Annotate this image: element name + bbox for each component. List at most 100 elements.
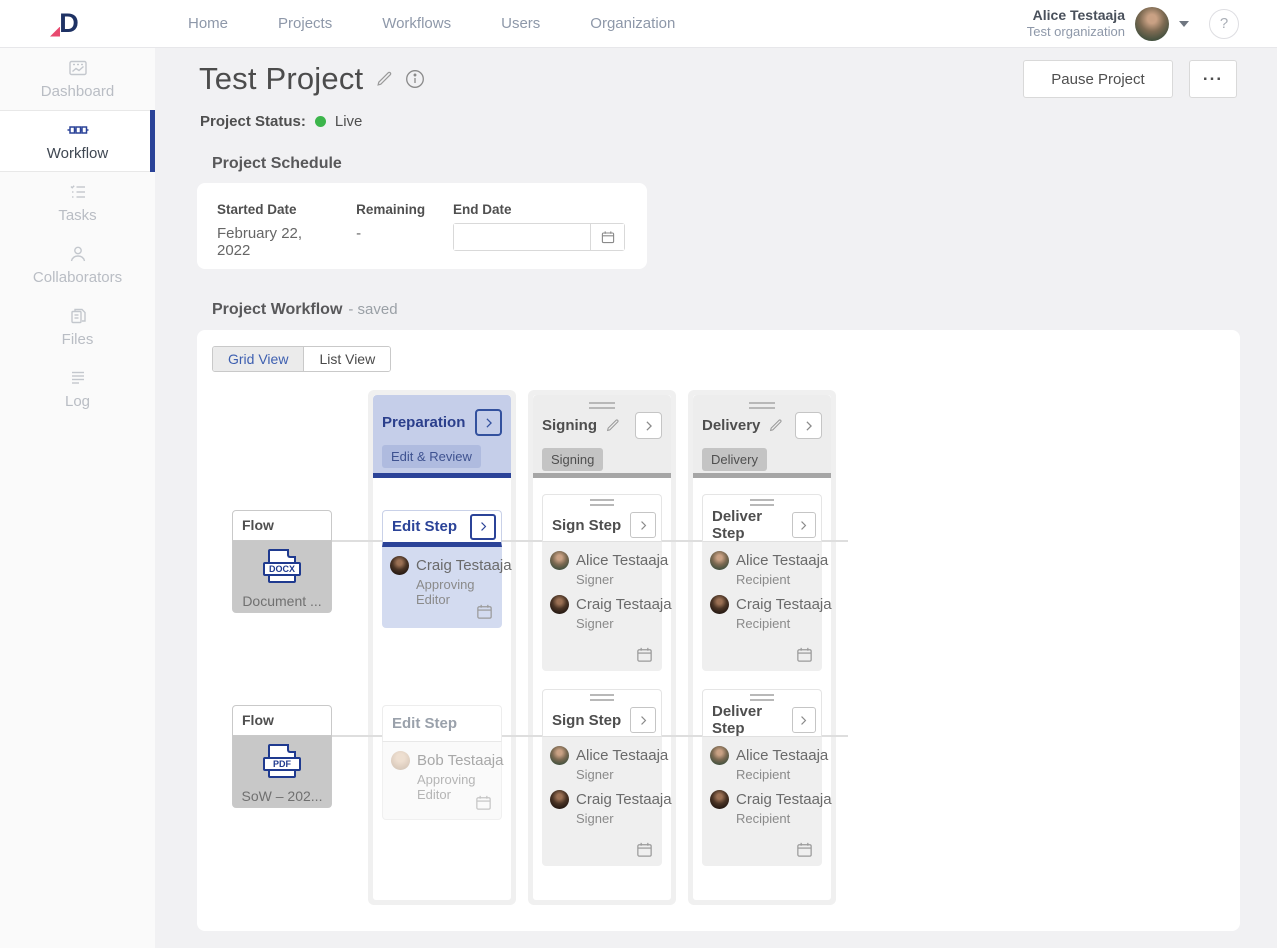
calendar-icon[interactable] xyxy=(635,840,654,859)
sidebar-item-tasks[interactable]: Tasks xyxy=(0,172,155,234)
sidebar-item-label: Log xyxy=(65,393,90,410)
list-view-button[interactable]: List View xyxy=(303,347,390,371)
calendar-icon xyxy=(600,229,616,245)
step-card-sign-1[interactable]: Sign Step Alice Testaaja Signer Craig Te… xyxy=(542,494,662,671)
chevron-down-icon[interactable] xyxy=(1179,21,1189,27)
drag-handle-icon[interactable] xyxy=(750,499,774,506)
person-role: Signer xyxy=(576,616,656,631)
edit-title-button[interactable] xyxy=(375,70,393,88)
help-icon[interactable]: ? xyxy=(1209,9,1239,39)
person-role: Recipient xyxy=(736,572,816,587)
open-step-button[interactable] xyxy=(792,707,816,733)
app-logo[interactable]: D xyxy=(52,8,86,40)
calendar-icon[interactable] xyxy=(795,645,814,664)
avatar xyxy=(710,595,729,614)
nav-item-users[interactable]: Users xyxy=(501,15,540,32)
person-name: Craig Testaaja xyxy=(576,791,672,808)
step-title: Edit Step xyxy=(392,715,457,732)
sidebar-item-label: Dashboard xyxy=(41,83,114,100)
column-type-badge: Edit & Review xyxy=(382,445,481,468)
open-step-button[interactable] xyxy=(792,512,816,538)
open-step-button[interactable] xyxy=(630,512,656,538)
top-navbar: D Home Projects Workflows Users Organiza… xyxy=(0,0,1277,48)
workflow-panel: Grid View List View Preparation Edit & R… xyxy=(197,330,1240,931)
grid-view-button[interactable]: Grid View xyxy=(213,347,303,371)
avatar xyxy=(710,746,729,765)
nav-item-home[interactable]: Home xyxy=(188,15,228,32)
column-header-preparation[interactable]: Preparation Edit & Review xyxy=(373,395,511,478)
sidebar-item-workflow[interactable]: Workflow xyxy=(0,110,155,172)
pencil-icon[interactable] xyxy=(768,418,783,433)
dashboard-icon xyxy=(68,58,88,78)
status-badge: Live xyxy=(335,113,363,130)
sidebar-item-dashboard[interactable]: Dashboard xyxy=(0,48,155,110)
main-nav: Home Projects Workflows Users Organizati… xyxy=(188,15,675,32)
drag-handle-icon[interactable] xyxy=(590,694,614,701)
step-title: Deliver Step xyxy=(712,703,792,737)
column-type-badge: Signing xyxy=(542,448,603,471)
person-name: Bob Testaaja xyxy=(417,752,503,769)
person-name: Craig Testaaja xyxy=(416,557,512,574)
step-card-deliver-2[interactable]: Deliver Step Alice Testaaja Recipient Cr… xyxy=(702,689,822,866)
column-type-badge: Delivery xyxy=(702,448,767,471)
avatar xyxy=(390,556,409,575)
calendar-icon[interactable] xyxy=(635,645,654,664)
drag-handle-icon[interactable] xyxy=(750,694,774,701)
expand-column-button[interactable] xyxy=(475,409,502,436)
nav-item-workflows[interactable]: Workflows xyxy=(382,15,451,32)
sidebar-item-log[interactable]: Log xyxy=(0,358,155,420)
expand-column-button[interactable] xyxy=(795,412,822,439)
nav-item-projects[interactable]: Projects xyxy=(278,15,332,32)
expand-column-button[interactable] xyxy=(635,412,662,439)
avatar xyxy=(550,746,569,765)
started-date-value: February 22, 2022 xyxy=(217,225,334,259)
drag-handle-icon[interactable] xyxy=(589,402,615,409)
sidebar-item-files[interactable]: Files xyxy=(0,296,155,358)
calendar-icon[interactable] xyxy=(474,793,493,812)
drag-handle-icon[interactable] xyxy=(590,499,614,506)
column-header-signing[interactable]: Signing Signing xyxy=(533,395,671,478)
column-title: Delivery xyxy=(702,417,783,434)
calendar-icon[interactable] xyxy=(795,840,814,859)
files-icon xyxy=(68,306,88,326)
project-schedule-card: Started Date February 22, 2022 Remaining… xyxy=(197,183,647,269)
user-avatar[interactable] xyxy=(1135,7,1169,41)
docx-file-icon: DOCX xyxy=(268,549,296,583)
flow-card-sow[interactable]: Flow PDF SoW – 202... xyxy=(232,705,332,808)
step-card-deliver-1[interactable]: Deliver Step Alice Testaaja Recipient Cr… xyxy=(702,494,822,671)
pencil-icon[interactable] xyxy=(605,418,620,433)
open-step-button[interactable] xyxy=(630,707,656,733)
project-info-button[interactable] xyxy=(405,69,425,89)
user-text: Alice Testaaja Test organization xyxy=(1027,7,1125,41)
calendar-icon[interactable] xyxy=(475,602,494,621)
nav-item-organization[interactable]: Organization xyxy=(590,15,675,32)
chevron-right-icon xyxy=(797,519,810,532)
chevron-right-icon xyxy=(637,519,650,532)
step-card-sign-2[interactable]: Sign Step Alice Testaaja Signer Craig Te… xyxy=(542,689,662,866)
user-menu[interactable]: Alice Testaaja Test organization ? xyxy=(1027,7,1239,41)
started-date-label: Started Date xyxy=(217,202,334,217)
view-toggle: Grid View List View xyxy=(212,346,391,372)
drag-handle-icon[interactable] xyxy=(749,402,775,409)
step-card-edit-2[interactable]: Edit Step Bob Testaaja Approving Editor xyxy=(382,705,502,820)
workflow-heading-text: Project Workflow xyxy=(212,301,342,318)
column-title: Signing xyxy=(542,417,620,434)
person-role: Signer xyxy=(576,572,656,587)
schedule-heading: Project Schedule xyxy=(212,155,342,173)
open-step-button[interactable] xyxy=(470,514,496,540)
pause-project-button[interactable]: Pause Project xyxy=(1023,60,1173,98)
collaborators-icon xyxy=(68,244,88,264)
workflow-icon xyxy=(67,120,89,140)
person-name: Craig Testaaja xyxy=(736,791,832,808)
flow-card-title: Flow xyxy=(232,705,332,736)
more-actions-button[interactable]: ... xyxy=(1189,60,1237,98)
flow-card-document[interactable]: Flow DOCX Document ... xyxy=(232,510,332,613)
person-role: Recipient xyxy=(736,616,816,631)
end-date-input[interactable] xyxy=(454,224,590,250)
step-card-edit-1[interactable]: Edit Step Craig Testaaja Approving Edito… xyxy=(382,510,502,628)
end-date-calendar-button[interactable] xyxy=(590,224,624,250)
column-header-delivery[interactable]: Delivery Delivery xyxy=(693,395,831,478)
workflow-heading: Project Workflow- saved xyxy=(212,301,398,319)
info-icon xyxy=(405,69,425,89)
sidebar-item-collaborators[interactable]: Collaborators xyxy=(0,234,155,296)
